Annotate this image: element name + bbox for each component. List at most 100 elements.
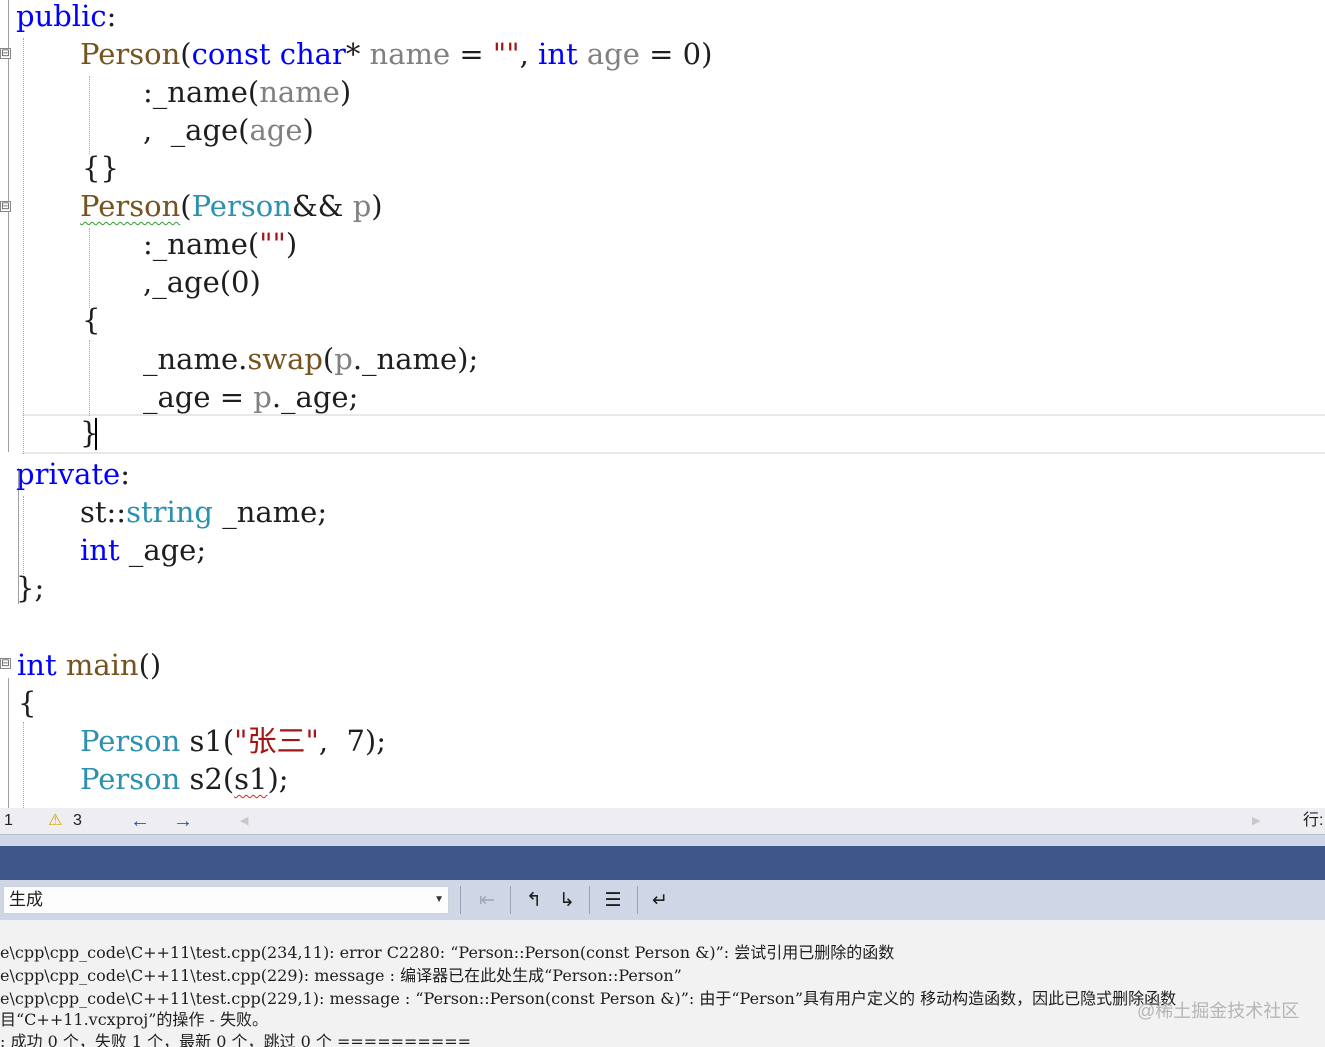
type-token: Person [191, 189, 292, 223]
indent-guide [23, 38, 24, 454]
output-source-select[interactable]: 生成 ▼ [3, 886, 449, 914]
code-token: }; [16, 571, 45, 605]
parameter-token: age [249, 113, 303, 147]
code-line[interactable]: Person s1("张三", 7); [80, 722, 386, 760]
keyword-token: int [17, 648, 57, 682]
code-token: ) [285, 227, 298, 261]
code-token: ._age; [271, 380, 359, 414]
code-token: _age = [143, 380, 254, 414]
code-line[interactable]: {} [82, 149, 119, 187]
code-token: ); [267, 762, 289, 796]
code-token: ) [302, 113, 314, 147]
code-token: , [519, 37, 539, 71]
error-count[interactable]: 1 [4, 808, 13, 834]
function-token: main [65, 648, 139, 682]
arrow-right-icon[interactable]: → [173, 808, 193, 834]
scroll-left-icon[interactable]: ◀ [240, 808, 248, 834]
code-token: = 0) [639, 37, 713, 71]
prev-message-icon[interactable]: ↰ [521, 886, 547, 914]
code-token: ( [180, 37, 192, 71]
keyword-token: public [16, 0, 107, 33]
code-line[interactable]: private: [16, 455, 130, 493]
scroll-right-icon[interactable]: ▶ [1252, 808, 1260, 834]
function-token-warning: Person [80, 189, 181, 223]
warning-count[interactable]: 3 [73, 808, 82, 834]
code-line[interactable]: public: [16, 0, 116, 35]
dropdown-arrow-icon: ▼ [434, 894, 444, 905]
code-token: :_name( [143, 227, 260, 261]
function-token: Person [80, 37, 181, 71]
code-token: && [291, 189, 353, 223]
code-token: () [138, 648, 162, 682]
code-editor[interactable]: ⊟ ⊟ ⊟ public: Person(const char* name = … [0, 0, 1325, 808]
watermark: @稀土掘金技术社区 [1137, 1001, 1300, 1021]
parameter-token: p [352, 189, 372, 223]
code-line[interactable]: { [18, 684, 36, 722]
code-line[interactable]: int _age; [80, 531, 206, 569]
code-line[interactable]: Person s2(s1); [80, 760, 289, 798]
collapse-icon[interactable]: ⊟ [0, 48, 11, 59]
code-token: ( [322, 342, 335, 376]
code-token: ( [180, 189, 192, 223]
code-line[interactable]: ,_age(0) [143, 263, 261, 301]
code-line[interactable]: Person(const char* name = "", int age = … [80, 35, 712, 73]
code-line[interactable]: :_name("") [143, 225, 297, 263]
next-message-icon[interactable]: ↳ [554, 886, 580, 914]
code-line[interactable]: int main() [17, 646, 161, 684]
string-token: "张三" [234, 724, 319, 758]
parameter-token: age [586, 37, 640, 71]
panel-splitter[interactable] [0, 834, 1325, 846]
code-line[interactable]: , _age(age) [143, 111, 314, 149]
code-token: = [450, 37, 493, 71]
editor-status-bar: 1 ⚠ 3 ← → ◀ ▶ 行: [0, 808, 1325, 834]
keyword-token: private [16, 457, 121, 491]
code-token: _name. [143, 342, 248, 376]
word-wrap-icon[interactable]: ↵ [647, 886, 673, 914]
code-line[interactable]: :_name(name) [143, 73, 351, 111]
code-token: ) [371, 189, 383, 223]
function-token: swap [247, 342, 323, 376]
output-line[interactable]: 目“C++11.vcxproj”的操作 - 失败。 [0, 1008, 268, 1031]
toolbar-separator [460, 886, 461, 914]
parameter-token: p [334, 342, 353, 376]
code-token: :_name( [143, 75, 260, 109]
indent-guide [89, 340, 90, 416]
code-line[interactable]: _name.swap(p._name); [143, 340, 478, 378]
line-indicator: 行: [1303, 812, 1324, 829]
output-line[interactable]: e\cpp\cpp_code\C++11\test.cpp(234,11): e… [0, 941, 894, 964]
indent-guide [23, 496, 24, 574]
code-line[interactable]: Person(Person&& p) [80, 187, 383, 225]
output-source-value: 生成 [9, 890, 43, 909]
output-line[interactable]: e\cpp\cpp_code\C++11\test.cpp(229,1): me… [0, 987, 1176, 1010]
find-message-icon[interactable]: ⇤ [474, 886, 500, 914]
code-line[interactable]: st::string _name; [80, 493, 327, 531]
code-token: : [106, 0, 117, 33]
output-panel-title-bar [0, 846, 1325, 880]
parameter-token: p [253, 380, 272, 414]
keyword-token: char [279, 37, 346, 71]
code-token: , 7); [318, 724, 387, 758]
output-text-area[interactable]: e\cpp\cpp_code\C++11\test.cpp(234,11): e… [0, 920, 1325, 1047]
output-line[interactable]: : 成功 0 个，失败 1 个，最新 0 个，跳过 0 个 ========== [0, 1030, 471, 1047]
collapse-icon[interactable]: ⊟ [0, 201, 11, 212]
code-token: _age; [119, 533, 207, 567]
toolbar-separator [637, 886, 638, 914]
text-caret [95, 418, 97, 450]
clear-all-icon[interactable]: ☰ [600, 886, 626, 914]
parameter-token: name [369, 37, 451, 71]
code-token: { [82, 303, 101, 337]
code-token: {} [82, 151, 119, 185]
arrow-left-icon[interactable]: ← [130, 808, 150, 834]
collapse-icon[interactable]: ⊟ [0, 658, 11, 669]
indent-guide [89, 76, 90, 154]
code-line[interactable]: }; [16, 569, 44, 607]
code-token: s2( [180, 762, 235, 796]
output-line[interactable]: e\cpp\cpp_code\C++11\test.cpp(229): mess… [0, 964, 682, 987]
code-line[interactable]: _age = p._age; [143, 378, 358, 416]
type-token: Person [80, 762, 181, 796]
parameter-token: name [259, 75, 340, 109]
code-line[interactable]: { [82, 301, 100, 339]
keyword-token: const [191, 37, 271, 71]
string-token: "" [492, 37, 520, 71]
code-token: s1( [180, 724, 235, 758]
